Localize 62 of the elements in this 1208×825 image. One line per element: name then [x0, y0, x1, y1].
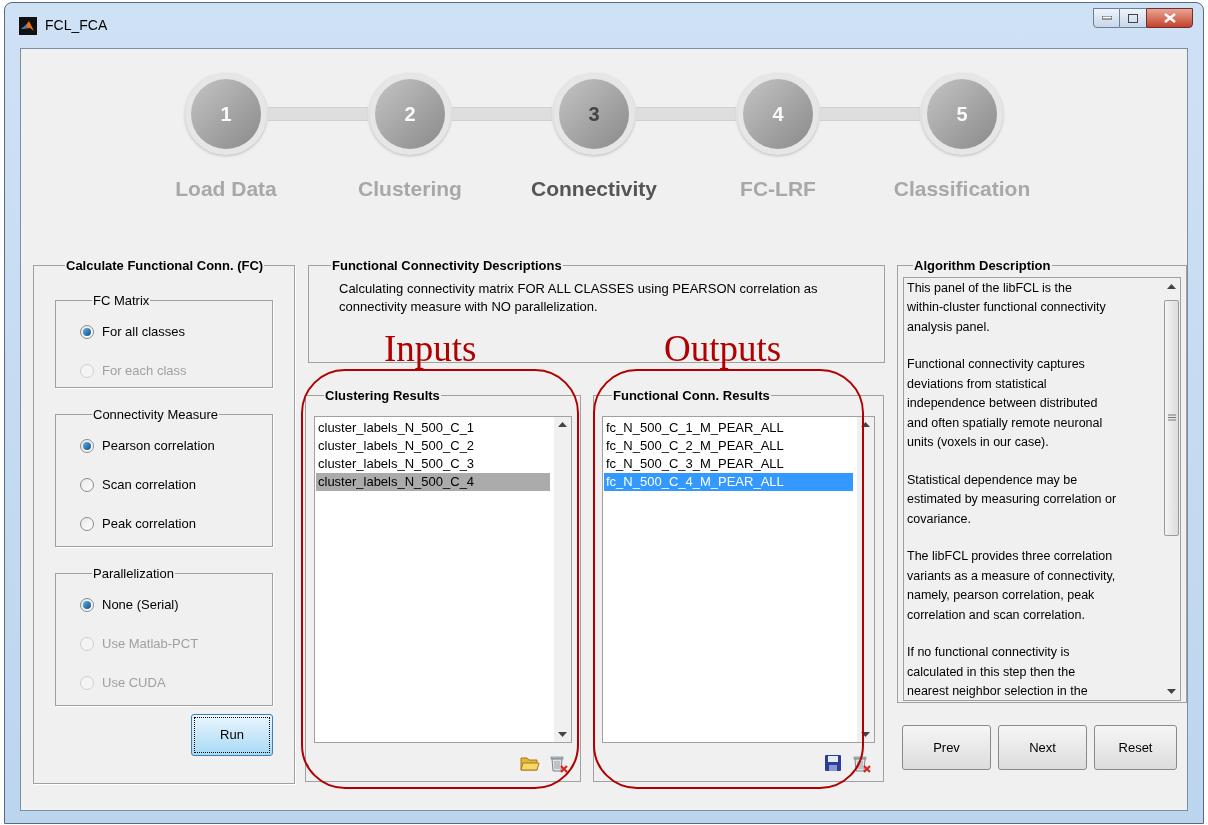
- nav-button[interactable]: Prev: [902, 725, 991, 770]
- radio-label: None (Serial): [102, 595, 179, 614]
- group-title: Parallelization: [92, 564, 175, 583]
- radio-button[interactable]: [80, 597, 94, 612]
- list-item[interactable]: fc_N_500_C_3_M_PEAR_ALL: [604, 454, 853, 473]
- list-item[interactable]: cluster_labels_N_500_C_3: [316, 454, 550, 473]
- radio-label: Use CUDA: [102, 673, 166, 692]
- close-icon: [1163, 13, 1176, 23]
- step-label: Load Data: [175, 176, 277, 202]
- radio-label: For each class: [102, 361, 187, 380]
- step-label: Clustering: [358, 176, 462, 202]
- description-text: Calculating connectivity matrix FOR ALL CLASSES using PEARSON correlation as connectivity measure with NO parallelization.: [339, 279, 819, 316]
- group-title: Algorithm Description: [913, 257, 1052, 275]
- step-label: Classification: [893, 176, 1031, 202]
- list-item[interactable]: cluster_labels_N_500_C_4: [316, 472, 550, 491]
- scroll-up-icon[interactable]: [861, 421, 870, 427]
- description-paragraph: Statistical dependence may be estimated by measuring correlation or covariance.: [907, 471, 1118, 528]
- run-button[interactable]: Run: [191, 713, 273, 756]
- scrollbar-thumb[interactable]: [1164, 299, 1179, 536]
- app-logo-icon: [19, 16, 37, 35]
- list-item[interactable]: fc_N_500_C_1_M_PEAR_ALL: [604, 418, 853, 437]
- description-paragraph: If no functional connectivity is calculated in this step then the nearest neighbor selection in the: [907, 644, 1089, 700]
- nav-button[interactable]: Reset: [1094, 725, 1177, 770]
- close-button[interactable]: [1146, 8, 1193, 28]
- group-title: Calculate Functional Conn. (FC): [65, 257, 265, 275]
- scroll-up-icon[interactable]: [1167, 283, 1176, 289]
- step-label: Connectivity: [531, 176, 657, 202]
- maximize-button[interactable]: [1120, 8, 1146, 28]
- radio-button[interactable]: [80, 324, 94, 339]
- list-item[interactable]: cluster_labels_N_500_C_1: [316, 418, 550, 437]
- radio-button[interactable]: [80, 477, 94, 492]
- radio-label: Peak correlation: [102, 514, 196, 533]
- group-title: Connectivity Measure: [92, 405, 219, 424]
- scroll-up-icon[interactable]: [558, 421, 567, 427]
- minimize-icon: [1101, 16, 1112, 20]
- radio-button[interactable]: [80, 516, 94, 531]
- radio-label: For all classes: [102, 322, 186, 341]
- window-title: FCL_FCA: [45, 16, 108, 35]
- description-paragraph: Functional connectivity captures deviations from statistical independence between distributed and often spatially remote neuronal units (voxels in our case).: [907, 356, 1104, 451]
- description-paragraph: The libFCL provides three correlation variants as a measure of connectivity, namely, pearson correlation, peak correlation and scan correlation.: [907, 548, 1117, 624]
- radio-button[interactable]: [80, 438, 94, 453]
- group-title: FC Matrix: [92, 291, 151, 310]
- maximize-icon: [1128, 13, 1138, 23]
- step-label: FC-LRF: [740, 176, 816, 202]
- scroll-down-icon[interactable]: [1167, 688, 1176, 694]
- nav-button[interactable]: Next: [998, 725, 1087, 770]
- description-paragraph: This panel of the libFCL is the within-cluster functional connectivity analysis panel.: [907, 279, 1107, 336]
- scrollbar[interactable]: [554, 416, 571, 742]
- annotation-label: Inputs: [384, 329, 477, 369]
- group-title: Functional Connectivity Descriptions: [331, 257, 563, 275]
- group-title: Functional Conn. Results: [612, 387, 771, 405]
- group-title: Clustering Results: [324, 387, 441, 405]
- radio-label: Scan correlation: [102, 475, 196, 494]
- annotation-label: Outputs: [664, 329, 782, 369]
- list-item[interactable]: fc_N_500_C_2_M_PEAR_ALL: [604, 436, 853, 455]
- scroll-down-icon[interactable]: [558, 731, 567, 737]
- list-item[interactable]: cluster_labels_N_500_C_2: [316, 436, 550, 455]
- minimize-button[interactable]: [1093, 8, 1120, 28]
- grip-icon: [1167, 414, 1176, 421]
- scroll-down-icon[interactable]: [861, 731, 870, 737]
- radio-label: Pearson correlation: [102, 436, 215, 455]
- radio-label: Use Matlab-PCT: [102, 634, 199, 653]
